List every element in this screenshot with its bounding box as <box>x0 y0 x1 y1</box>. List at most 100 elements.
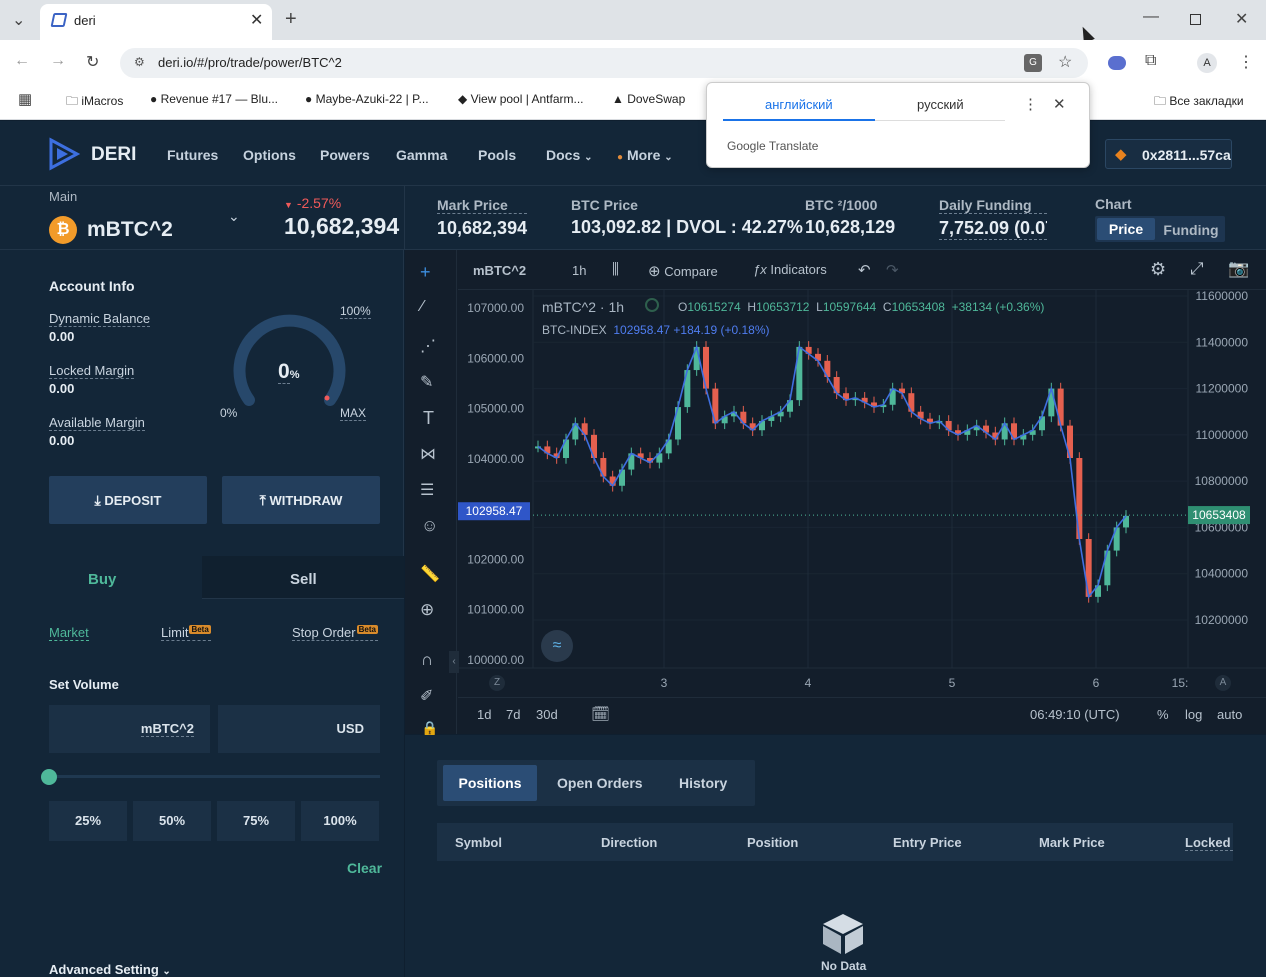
compare-button[interactable]: ⊕ Compare <box>648 262 718 280</box>
zoom-z-button[interactable]: Z <box>489 675 505 691</box>
candle-type-icon[interactable]: ⫼ <box>612 261 619 278</box>
new-tab-icon[interactable]: + <box>285 8 297 31</box>
indicators-button[interactable]: ƒx Indicators <box>753 262 827 277</box>
emoji-icon[interactable]: ☺ <box>421 516 438 536</box>
date-range-icon[interactable]: 🗓 <box>591 705 610 723</box>
window-close-icon[interactable]: ✕ <box>1235 9 1248 29</box>
bookmark-doveswap[interactable]: ▲ DoveSwap <box>612 92 685 106</box>
withdraw-button[interactable]: ⤒ WITHDRAW <box>222 476 380 524</box>
bookmark-antfarm[interactable]: ◆ View pool | Antfarm... <box>458 92 584 106</box>
clear-button[interactable]: Clear <box>347 860 382 876</box>
volume-slider-handle[interactable] <box>41 769 57 785</box>
brush-icon[interactable]: ✎ <box>420 372 433 392</box>
pattern-icon[interactable]: ⋈ <box>420 444 436 464</box>
nav-options[interactable]: Options <box>243 147 296 163</box>
gauge-top-label: 100% <box>340 304 371 319</box>
symbol-name[interactable]: mBTC^2 <box>87 218 173 242</box>
pct-50-button[interactable]: 50% <box>133 801 211 841</box>
fib-icon[interactable]: ⋰ <box>420 336 436 356</box>
magnet-icon[interactable]: ∩ <box>421 650 433 670</box>
maximize-icon[interactable] <box>1190 14 1201 25</box>
nav-powers[interactable]: Powers <box>320 147 370 163</box>
tab-history[interactable]: History <box>679 775 727 791</box>
divider <box>404 186 405 250</box>
site-info-icon[interactable]: ⚙ <box>134 55 145 69</box>
tab-close-icon[interactable]: ✕ <box>250 10 263 30</box>
pct-25-button[interactable]: 25% <box>49 801 127 841</box>
minimize-icon[interactable]: — <box>1143 8 1159 26</box>
chart-toggle-funding[interactable]: Funding <box>1159 222 1223 238</box>
text-tool-icon[interactable]: T <box>423 408 434 429</box>
forward-icon[interactable]: → <box>50 52 66 70</box>
percent-scale-toggle[interactable]: % <box>1157 707 1169 722</box>
range-1d[interactable]: 1d <box>477 707 491 722</box>
tab-list-icon[interactable]: ⌄ <box>12 10 25 30</box>
price-chart[interactable]: 107000.00 106000.00 105000.00 104000.00 1020… <box>458 290 1266 696</box>
browser-menu-icon[interactable]: ⋮ <box>1238 52 1254 72</box>
extensions-puzzle-icon[interactable]: ⧉ <box>1145 52 1156 70</box>
symbol-dropdown-icon[interactable]: ⌄ <box>228 208 240 225</box>
redo-icon[interactable]: ↷ <box>886 261 899 279</box>
volume-input-btc[interactable]: mBTC^2 <box>49 705 210 753</box>
trendline-icon[interactable]: ⁄ <box>421 298 424 316</box>
extension-icon[interactable] <box>1108 56 1126 70</box>
back-icon[interactable]: ← <box>14 52 30 70</box>
bookmark-azuki[interactable]: ● Maybe-Azuki-22 | P... <box>305 92 429 106</box>
chart-legend-ohlc: O10615274 H10653712 L10597644 C10653408 … <box>678 300 1045 314</box>
settings-gear-icon[interactable]: ⚙ <box>1150 259 1166 280</box>
bookmark-star-icon[interactable]: ☆ <box>1058 52 1072 72</box>
auto-a-button[interactable]: A <box>1215 675 1231 691</box>
profile-avatar[interactable]: A <box>1197 53 1217 73</box>
ruler-icon[interactable]: 📏 <box>420 564 440 584</box>
address-bar[interactable]: ⚙ deri.io/#/pro/trade/power/BTC^2 G ☆ <box>120 48 1088 78</box>
all-bookmarks[interactable]: 🗀 Все закладки <box>1154 92 1244 113</box>
tradingview-logo-icon[interactable]: ≈ <box>541 630 573 662</box>
fullscreen-icon[interactable]: ⤢ <box>1190 259 1204 279</box>
prediction-icon[interactable]: ☰ <box>420 480 434 500</box>
range-30d[interactable]: 30d <box>536 707 558 722</box>
order-type-limit[interactable]: Limit Beta <box>161 625 211 641</box>
advanced-setting[interactable]: Advanced Setting ⌄ <box>49 962 171 977</box>
deposit-button[interactable]: ⤓ DEPOSIT <box>49 476 207 524</box>
crosshair-icon[interactable]: + <box>420 262 431 283</box>
order-type-stop[interactable]: Stop Order Beta <box>292 625 378 641</box>
log-scale-toggle[interactable]: log <box>1185 707 1202 722</box>
translate-popup: английский русский ⋮ ✕ Google Translate <box>706 82 1090 168</box>
auto-scale-toggle[interactable]: auto <box>1217 707 1242 722</box>
bookmark-imacros[interactable]: 🗀 iMacros <box>66 92 123 113</box>
chart-symbol-selector[interactable]: mBTC^2 <box>473 263 526 278</box>
zoom-in-icon[interactable]: ⊕ <box>420 600 434 620</box>
order-type-market[interactable]: Market <box>49 625 89 641</box>
bookmark-revenue[interactable]: ● Revenue #17 — Blu... <box>150 92 278 106</box>
range-7d[interactable]: 7d <box>506 707 520 722</box>
pct-100-button[interactable]: 100% <box>301 801 379 841</box>
nav-futures[interactable]: Futures <box>167 147 218 163</box>
reload-icon[interactable]: ↻ <box>86 52 99 72</box>
interval-selector[interactable]: 1h <box>572 263 586 278</box>
lock-drawing-icon[interactable]: ✐ <box>420 686 433 706</box>
pct-75-button[interactable]: 75% <box>217 801 295 841</box>
tab-title: deri <box>74 13 96 28</box>
tab-positions[interactable]: Positions <box>443 765 537 801</box>
translate-lang-english[interactable]: английский <box>765 97 833 112</box>
wallet-button[interactable]: ◆ 0x2811...57ca <box>1105 139 1232 169</box>
nav-more[interactable]: ● More ⌄ <box>617 147 673 163</box>
tab-open-orders[interactable]: Open Orders <box>557 775 643 791</box>
available-margin-value: 0.00 <box>49 433 75 448</box>
nav-pools[interactable]: Pools <box>478 147 516 163</box>
screenshot-camera-icon[interactable]: 📷 <box>1228 259 1249 279</box>
translate-icon[interactable]: G <box>1024 54 1042 72</box>
nav-docs[interactable]: Docs ⌄ <box>546 147 593 163</box>
translate-lang-russian[interactable]: русский <box>917 97 964 112</box>
undo-icon[interactable]: ↶ <box>858 261 871 279</box>
browser-tab[interactable]: deri ✕ <box>40 4 272 40</box>
translate-close-icon[interactable]: ✕ <box>1053 95 1066 113</box>
collapse-toolbar-icon[interactable]: ‹ <box>449 651 459 673</box>
apps-grid-icon[interactable]: ▦ <box>18 90 32 108</box>
nav-gamma[interactable]: Gamma <box>396 147 447 163</box>
chart-toggle-price[interactable]: Price <box>1097 218 1155 240</box>
volume-input-usd[interactable]: USD <box>218 705 380 753</box>
right-axis-tick-label: 10400000 <box>1195 567 1249 581</box>
volume-slider-track[interactable] <box>49 775 380 778</box>
translate-options-icon[interactable]: ⋮ <box>1023 95 1038 113</box>
